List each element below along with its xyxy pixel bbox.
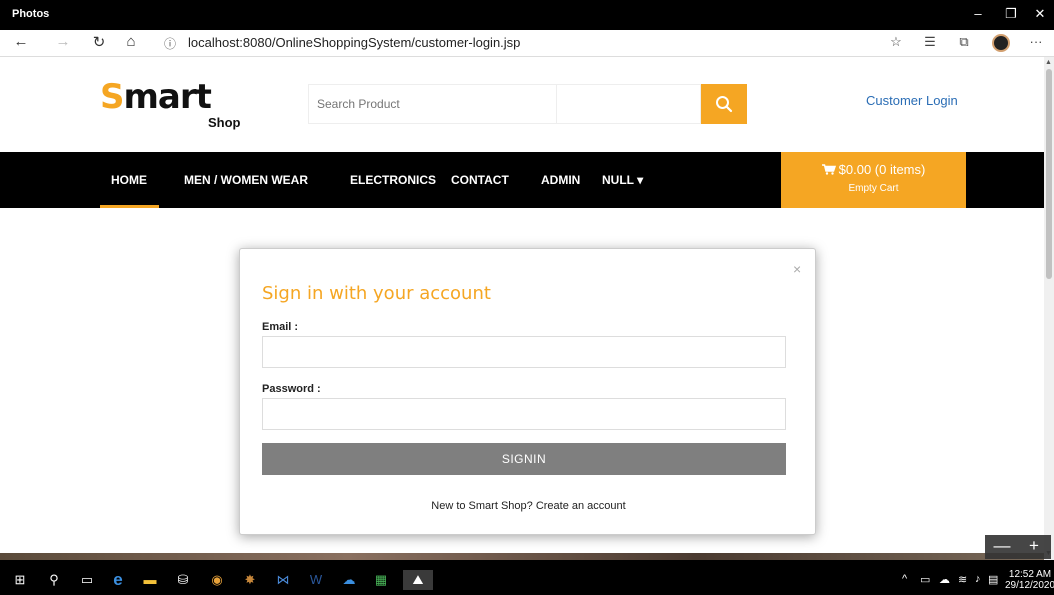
nav-admin[interactable]: ADMIN <box>541 173 580 187</box>
zoom-control: — + <box>985 535 1051 559</box>
battery-icon[interactable]: ▭ <box>920 573 930 586</box>
zoom-in-button[interactable]: + <box>1019 536 1049 556</box>
notifications-icon[interactable]: ▤ <box>988 573 998 586</box>
edge-browser-icon[interactable]: e <box>108 570 128 590</box>
back-arrow-icon[interactable]: ← <box>10 33 32 50</box>
app-title: Photos <box>12 8 50 20</box>
search-icon <box>716 96 733 113</box>
scroll-up-icon[interactable]: ▲ <box>1045 59 1052 66</box>
close-icon[interactable]: × <box>793 261 801 277</box>
collections-icon[interactable]: ⧉ <box>954 34 974 50</box>
email-label: Email : <box>262 321 299 333</box>
refresh-icon[interactable]: ↻ <box>88 33 110 51</box>
signin-button[interactable]: SIGNIN <box>262 443 786 475</box>
favorite-star-icon[interactable]: ☆ <box>886 34 906 50</box>
home-icon[interactable]: ⌂ <box>120 33 142 50</box>
cart-icon <box>821 164 836 175</box>
taskbar: ⊞ ⚲ ▭ e ▬ ⛁ ◉ ✸ ⋈ W ☁ ▦ ⛰ ^ ▭ ☁ ≋ ♪ ▤ 12… <box>0 565 1054 595</box>
address-bar[interactable]: localhost:8080/OnlineShoppingSystem/cust… <box>188 35 520 50</box>
search-input[interactable] <box>308 84 556 124</box>
email-field[interactable] <box>262 336 786 368</box>
more-icon[interactable]: ··· <box>1026 34 1046 49</box>
nav-electronics[interactable]: ELECTRONICS <box>350 173 436 187</box>
winrar-icon[interactable]: ▦ <box>371 570 391 590</box>
password-field[interactable] <box>262 398 786 430</box>
main-nav: HOME MEN / WOMEN WEAR ELECTRONICS CONTAC… <box>0 152 1044 208</box>
site-header: Smart Shop Customer Login <box>0 57 1044 152</box>
search-bar <box>308 84 748 124</box>
word-icon[interactable]: W <box>306 570 326 590</box>
nav-men-women-wear[interactable]: MEN / WOMEN WEAR <box>184 173 308 187</box>
volume-icon[interactable]: ♪ <box>975 573 981 585</box>
zoom-out-button[interactable]: — <box>987 536 1017 556</box>
tray-chevron-icon[interactable]: ^ <box>902 573 907 585</box>
wifi-icon[interactable]: ≋ <box>958 573 967 586</box>
chrome-icon[interactable]: ◉ <box>207 570 227 590</box>
file-explorer-icon[interactable]: ▬ <box>140 570 160 590</box>
search-category[interactable] <box>556 84 701 124</box>
app-icon[interactable]: ✸ <box>240 570 260 590</box>
background-image-strip <box>0 553 1044 560</box>
cart-summary[interactable]: $0.00 (0 items) Empty Cart <box>781 152 966 208</box>
logo-text: Smart <box>100 77 212 117</box>
app-titlebar: Photos – ❐ ✕ <box>0 0 1054 30</box>
info-icon[interactable]: ⓘ <box>164 35 176 52</box>
nav-user-dropdown[interactable]: NULL ▾ <box>602 173 643 187</box>
page-viewport: Smart Shop Customer Login HOME MEN / WOM… <box>0 57 1044 560</box>
cart-status: Empty Cart <box>848 183 899 194</box>
task-view-icon[interactable]: ▭ <box>77 570 97 590</box>
profile-avatar[interactable] <box>992 34 1010 52</box>
visual-studio-icon[interactable]: ⋈ <box>273 570 293 590</box>
search-taskbar-icon[interactable]: ⚲ <box>44 570 64 590</box>
start-windows-icon[interactable]: ⊞ <box>10 570 30 590</box>
browser-toolbar: ← → ↻ ⌂ ⓘ localhost:8080/OnlineShoppingS… <box>0 30 1054 57</box>
nav-contact[interactable]: CONTACT <box>451 173 509 187</box>
password-label: Password : <box>262 383 321 395</box>
favorites-list-icon[interactable]: ☰ <box>920 34 940 50</box>
system-clock[interactable]: 12:52 AM 29/12/2020 <box>1005 569 1054 591</box>
search-button[interactable] <box>701 84 747 124</box>
photos-app-icon[interactable]: ⛰ <box>403 570 433 590</box>
close-button[interactable]: ✕ <box>1028 6 1052 22</box>
scroll-thumb[interactable] <box>1046 69 1052 279</box>
store-icon[interactable]: ⛁ <box>173 570 193 590</box>
onedrive-tray-icon[interactable]: ☁ <box>939 573 950 586</box>
page-scrollbar[interactable]: ▲ ▼ <box>1044 57 1054 560</box>
customer-login-link[interactable]: Customer Login <box>866 93 958 108</box>
restore-button[interactable]: ❐ <box>999 6 1023 22</box>
cart-total: $0.00 (0 items) <box>781 162 966 177</box>
nav-home[interactable]: HOME <box>111 173 147 187</box>
onedrive-icon[interactable]: ☁ <box>339 570 359 590</box>
minimize-button[interactable]: – <box>966 6 990 21</box>
forward-arrow-icon[interactable]: → <box>52 33 74 50</box>
logo[interactable]: Smart Shop <box>100 77 260 137</box>
logo-subtitle: Shop <box>208 115 241 130</box>
login-modal: × Sign in with your account Email : Pass… <box>239 248 816 535</box>
create-account-link[interactable]: New to Smart Shop? Create an account <box>240 500 817 512</box>
modal-title: Sign in with your account <box>262 283 491 304</box>
